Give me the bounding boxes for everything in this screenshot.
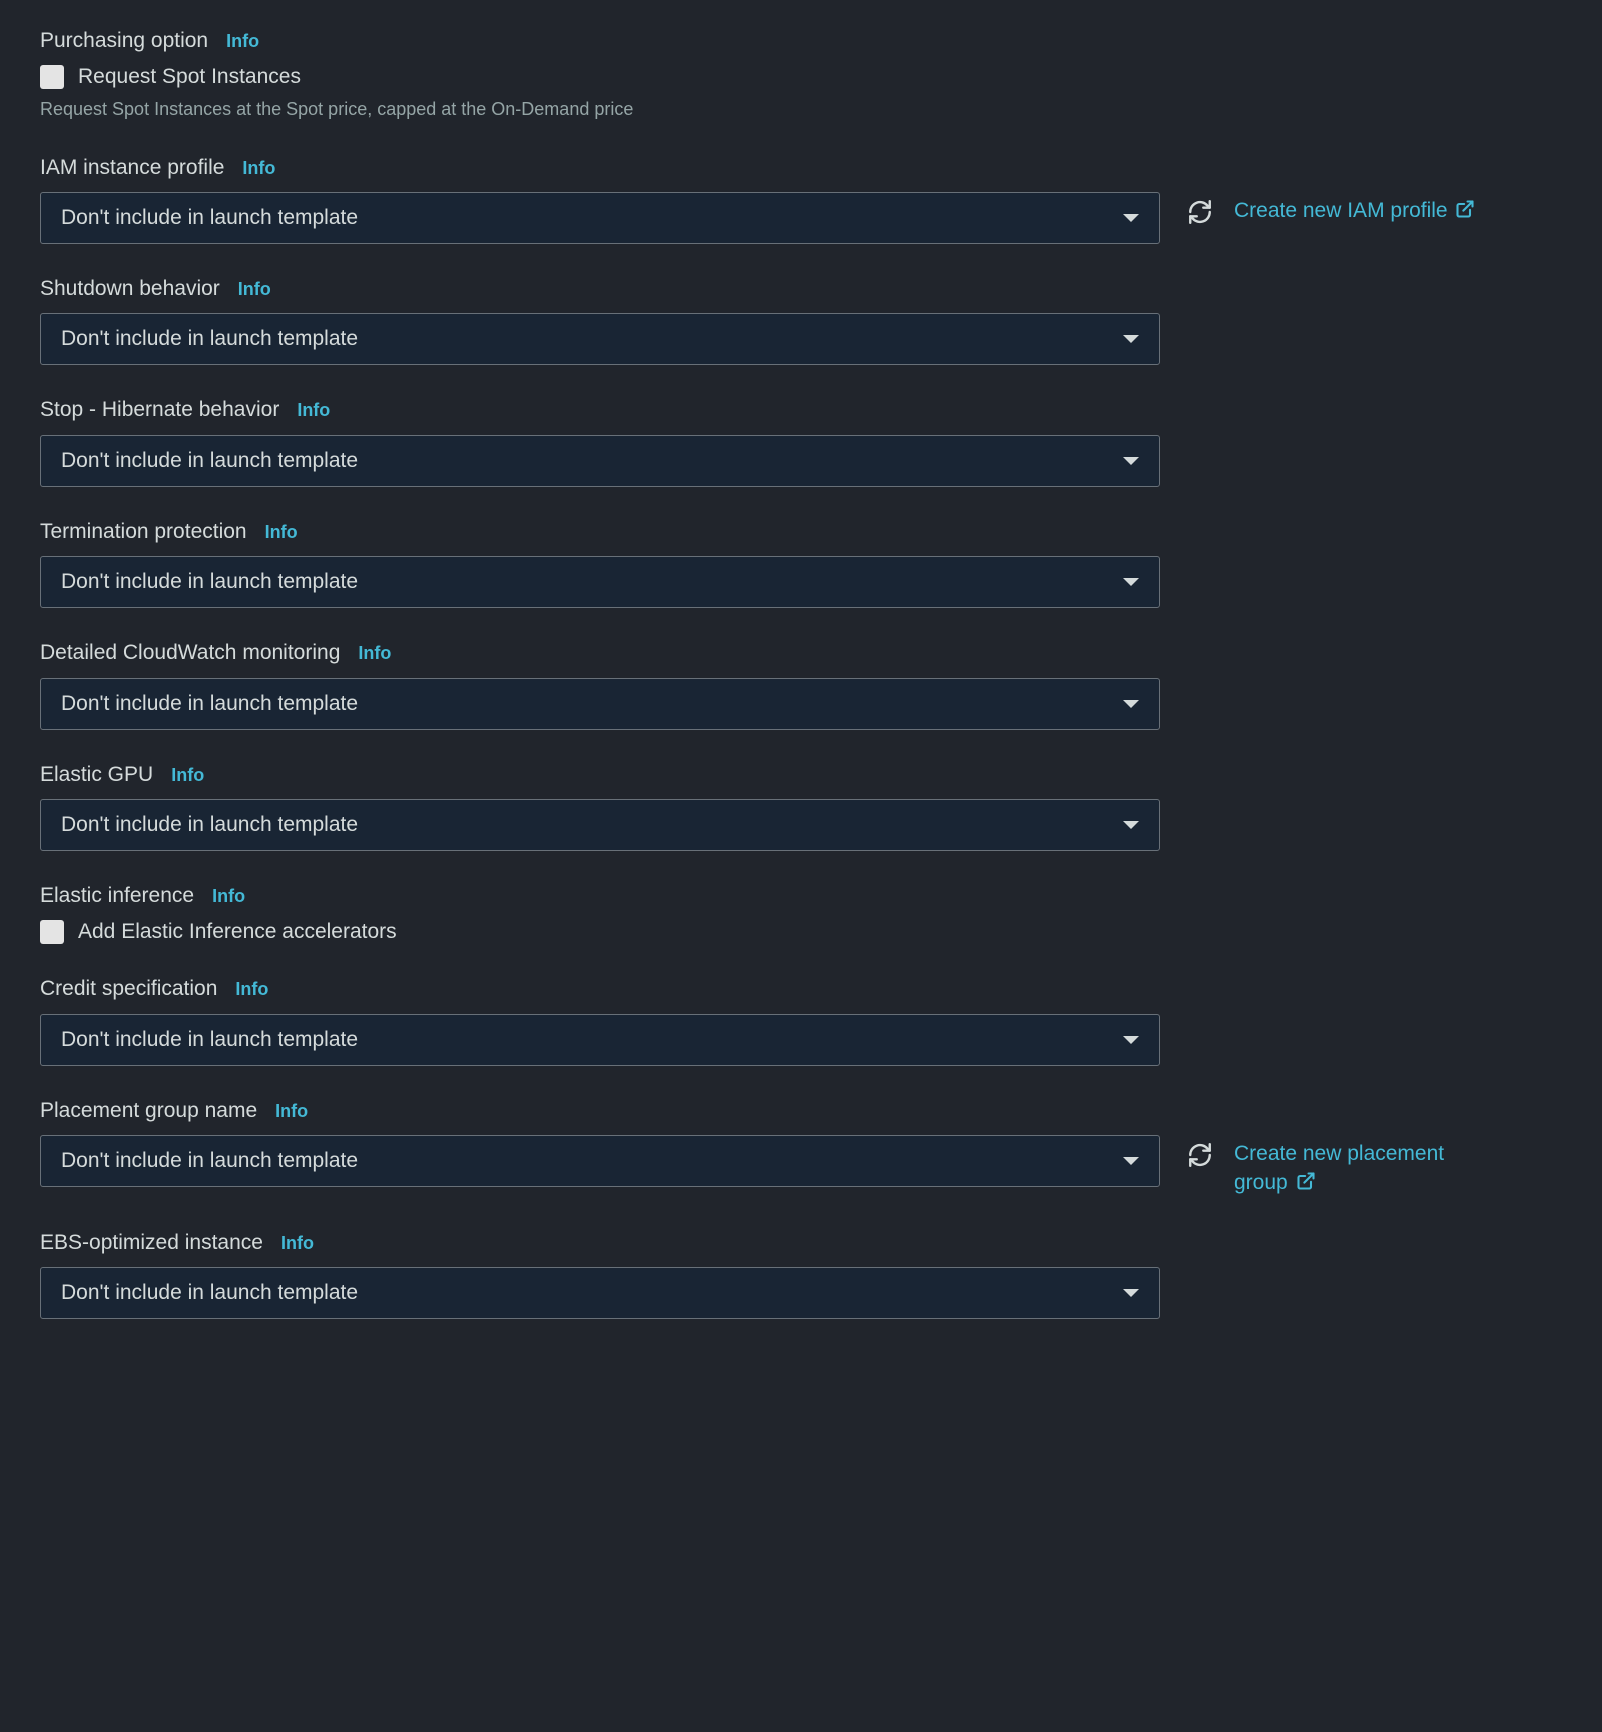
placement-info-link[interactable]: Info [275,1101,308,1122]
caret-down-icon [1123,457,1139,465]
placement-refresh-button[interactable] [1184,1139,1216,1171]
caret-down-icon [1123,700,1139,708]
caret-down-icon [1123,335,1139,343]
placement-section: Placement group name Info Don't include … [40,1096,1562,1198]
shutdown-info-link[interactable]: Info [238,279,271,300]
iam-profile-refresh-button[interactable] [1184,196,1216,228]
elastic-inference-checkbox-label: Add Elastic Inference accelerators [78,920,397,944]
request-spot-label: Request Spot Instances [78,65,301,89]
hibernate-section: Stop - Hibernate behavior Info Don't inc… [40,395,1562,486]
termination-info-link[interactable]: Info [265,522,298,543]
caret-down-icon [1123,1157,1139,1165]
termination-section: Termination protection Info Don't includ… [40,517,1562,608]
external-link-icon [1455,199,1475,219]
iam-profile-info-link[interactable]: Info [242,158,275,179]
iam-profile-select[interactable]: Don't include in launch template [40,192,1160,244]
purchasing-option-help: Request Spot Instances at the Spot price… [40,97,1562,122]
purchasing-option-info-link[interactable]: Info [226,31,259,52]
cloudwatch-label: Detailed CloudWatch monitoring [40,638,340,667]
credit-section: Credit specification Info Don't include … [40,974,1562,1065]
cloudwatch-section: Detailed CloudWatch monitoring Info Don'… [40,638,1562,729]
cloudwatch-info-link[interactable]: Info [358,643,391,664]
external-link-icon [1296,1171,1316,1191]
create-placement-group-link[interactable]: Create new placement group [1234,1139,1494,1198]
caret-down-icon [1123,1289,1139,1297]
caret-down-icon [1123,1036,1139,1044]
ebs-section: EBS-optimized instance Info Don't includ… [40,1228,1562,1319]
iam-profile-section: IAM instance profile Info Don't include … [40,153,1562,244]
iam-profile-label: IAM instance profile [40,153,224,182]
refresh-icon [1187,199,1213,225]
credit-info-link[interactable]: Info [235,979,268,1000]
ebs-info-link[interactable]: Info [281,1233,314,1254]
elastic-gpu-section: Elastic GPU Info Don't include in launch… [40,760,1562,851]
request-spot-checkbox[interactable] [40,65,64,89]
elastic-inference-label: Elastic inference [40,881,194,910]
hibernate-select-value: Don't include in launch template [61,449,358,473]
termination-select-value: Don't include in launch template [61,570,358,594]
purchasing-option-section: Purchasing option Info Request Spot Inst… [40,26,1562,123]
placement-label: Placement group name [40,1096,257,1125]
hibernate-select[interactable]: Don't include in launch template [40,435,1160,487]
placement-select[interactable]: Don't include in launch template [40,1135,1160,1187]
ebs-select-value: Don't include in launch template [61,1281,358,1305]
shutdown-section: Shutdown behavior Info Don't include in … [40,274,1562,365]
credit-select[interactable]: Don't include in launch template [40,1014,1160,1066]
ebs-select[interactable]: Don't include in launch template [40,1267,1160,1319]
shutdown-select-value: Don't include in launch template [61,327,358,351]
elastic-gpu-select-value: Don't include in launch template [61,813,358,837]
caret-down-icon [1123,821,1139,829]
elastic-inference-checkbox[interactable] [40,920,64,944]
purchasing-option-label: Purchasing option [40,26,208,55]
shutdown-label: Shutdown behavior [40,274,220,303]
elastic-gpu-info-link[interactable]: Info [171,765,204,786]
placement-select-value: Don't include in launch template [61,1149,358,1173]
cloudwatch-select[interactable]: Don't include in launch template [40,678,1160,730]
termination-label: Termination protection [40,517,247,546]
termination-select[interactable]: Don't include in launch template [40,556,1160,608]
hibernate-info-link[interactable]: Info [297,400,330,421]
ebs-label: EBS-optimized instance [40,1228,263,1257]
caret-down-icon [1123,214,1139,222]
cloudwatch-select-value: Don't include in launch template [61,692,358,716]
elastic-inference-info-link[interactable]: Info [212,886,245,907]
elastic-inference-section: Elastic inference Info Add Elastic Infer… [40,881,1562,944]
create-iam-profile-link[interactable]: Create new IAM profile [1234,196,1475,225]
credit-select-value: Don't include in launch template [61,1028,358,1052]
iam-profile-select-value: Don't include in launch template [61,206,358,230]
caret-down-icon [1123,578,1139,586]
shutdown-select[interactable]: Don't include in launch template [40,313,1160,365]
elastic-gpu-select[interactable]: Don't include in launch template [40,799,1160,851]
credit-label: Credit specification [40,974,217,1003]
hibernate-label: Stop - Hibernate behavior [40,395,279,424]
refresh-icon [1187,1142,1213,1168]
elastic-gpu-label: Elastic GPU [40,760,153,789]
